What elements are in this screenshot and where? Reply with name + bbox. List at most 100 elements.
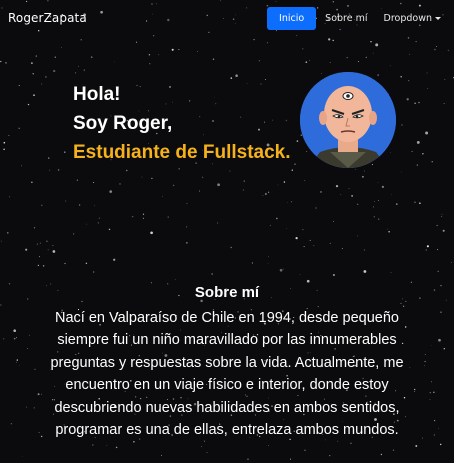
star [109, 190, 113, 193]
star [304, 180, 306, 182]
star [444, 79, 446, 81]
star [38, 256, 40, 258]
star [151, 177, 153, 180]
nav-link-label: Sobre mí [325, 12, 368, 24]
star [171, 48, 174, 51]
star [3, 148, 5, 151]
star [357, 235, 359, 237]
star [18, 127, 20, 130]
star [41, 204, 43, 206]
star [306, 151, 308, 153]
star [162, 195, 163, 197]
star [114, 61, 115, 62]
star [392, 449, 395, 451]
star [408, 80, 410, 82]
star [268, 256, 269, 258]
star [441, 216, 443, 217]
star [309, 239, 311, 241]
star [276, 217, 278, 220]
star [388, 231, 390, 233]
star [277, 184, 279, 186]
star [93, 181, 95, 184]
star [31, 62, 33, 64]
star [290, 201, 293, 203]
star [372, 52, 374, 54]
star [141, 176, 143, 178]
star [98, 217, 100, 219]
star [390, 151, 391, 153]
star [199, 190, 200, 192]
star [406, 98, 409, 101]
star [377, 74, 379, 76]
star [296, 140, 299, 142]
star [414, 102, 416, 104]
star [83, 69, 85, 71]
hero-name: Soy Roger, [73, 113, 173, 134]
star [267, 262, 269, 264]
star [431, 161, 433, 163]
star [434, 48, 436, 51]
star [291, 169, 293, 171]
star [41, 83, 43, 85]
star [363, 270, 367, 273]
star [202, 176, 204, 178]
star [425, 131, 429, 135]
star [335, 184, 339, 188]
star [206, 452, 208, 454]
star [279, 268, 283, 272]
star [315, 207, 317, 209]
star [380, 453, 383, 456]
star [441, 213, 443, 215]
star [106, 444, 108, 446]
star [0, 240, 2, 242]
nav-link-sobre-mi[interactable]: Sobre mí [318, 7, 374, 30]
star [119, 183, 121, 185]
star [329, 454, 331, 457]
star [269, 224, 271, 226]
nav-link-inicio[interactable]: Inicio [267, 6, 317, 30]
star [80, 39, 82, 41]
star [174, 279, 176, 280]
hero-section: Hola! Soy Roger, Estudiante de Fullstack… [73, 80, 291, 167]
star [401, 124, 403, 126]
brand-logo-text[interactable]: RogerZapata [8, 11, 87, 25]
star [3, 141, 6, 144]
star [57, 169, 60, 171]
star [135, 41, 138, 43]
nav-dropdown-toggle[interactable]: Dropdown [377, 7, 449, 30]
about-title: Sobre mí [194, 284, 260, 301]
star [52, 245, 54, 246]
star [196, 51, 198, 52]
star [422, 153, 424, 155]
star [150, 231, 153, 235]
star [267, 42, 268, 44]
star [378, 200, 379, 201]
star [447, 49, 450, 52]
star [387, 228, 388, 230]
star [77, 65, 79, 67]
star [328, 38, 331, 41]
star [90, 56, 93, 58]
star [306, 279, 310, 283]
star [8, 196, 10, 198]
about-text: Nací en Valparaíso de Chile en 1994, des… [50, 310, 404, 439]
star [25, 248, 28, 251]
navbar: RogerZapata Inicio Sobre mí Dropdown [0, 0, 454, 36]
star [76, 179, 78, 181]
star [94, 205, 96, 207]
star [401, 171, 402, 173]
star [54, 56, 56, 58]
star [332, 220, 335, 222]
star [5, 62, 7, 64]
star [262, 194, 264, 196]
star [346, 57, 348, 59]
star [425, 249, 428, 251]
star [350, 442, 352, 444]
star [320, 73, 322, 74]
star [373, 206, 375, 208]
star [351, 195, 353, 197]
star [33, 227, 36, 229]
star [53, 69, 56, 73]
star [52, 250, 56, 253]
star [73, 233, 75, 235]
